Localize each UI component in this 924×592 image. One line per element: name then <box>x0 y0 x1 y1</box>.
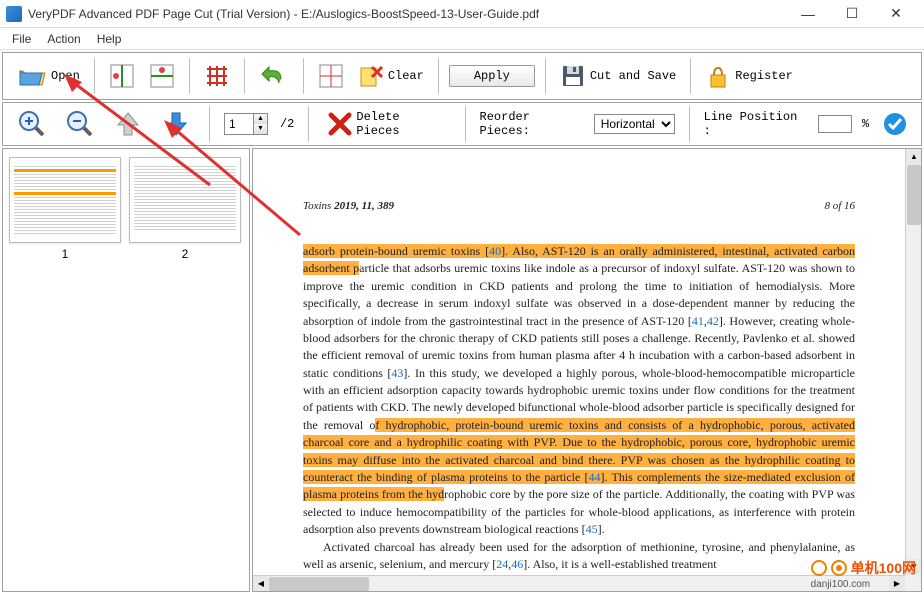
undo-icon <box>259 63 289 89</box>
grid-icon <box>204 63 230 89</box>
grid-vertical-icon <box>109 63 135 89</box>
page-input[interactable]: ▲ ▼ <box>224 113 268 135</box>
doc-issue: 2019, 11, 389 <box>334 200 394 212</box>
scroll-thumb[interactable] <box>907 165 921 225</box>
doc-paragraph: adsorb protein-bound uremic toxins [40].… <box>303 243 855 539</box>
add-horizontal-cut-button[interactable] <box>145 61 179 91</box>
separator <box>545 58 546 94</box>
cut-grid-icon <box>318 63 344 89</box>
app-icon <box>6 6 22 22</box>
scroll-thumb[interactable] <box>269 577 369 591</box>
clear-icon <box>358 63 384 89</box>
prev-page-button[interactable] <box>109 107 147 141</box>
line-position-label: Line Position : <box>704 110 808 138</box>
cut-save-label: Cut and Save <box>590 69 676 83</box>
document-viewport[interactable]: Toxins 2019, 11, 389 8 of 16 adsorb prot… <box>253 149 905 575</box>
zoom-out-icon <box>65 109 95 139</box>
reorder-select[interactable]: Horizontal <box>594 114 675 134</box>
thumbnail-page-1[interactable]: 1 <box>9 157 121 261</box>
zoom-in-icon <box>17 109 47 139</box>
separator <box>689 106 690 142</box>
percent-label: % <box>862 117 869 131</box>
separator <box>189 58 190 94</box>
delete-pieces-label: Delete Pieces <box>356 110 446 138</box>
page-up-spinner[interactable]: ▲ <box>253 114 267 124</box>
zoom-in-button[interactable] <box>13 107 51 141</box>
thumbnail-page-2[interactable]: 2 <box>129 157 241 261</box>
separator <box>690 58 691 94</box>
add-vertical-cut-button[interactable] <box>105 61 139 91</box>
separator <box>465 106 466 142</box>
scroll-left-arrow[interactable]: ◀ <box>253 576 269 592</box>
thumbnail-panel: 1 2 <box>2 148 250 592</box>
menu-help[interactable]: Help <box>89 30 130 48</box>
clear-button[interactable]: Clear <box>354 61 428 91</box>
watermark: 单机100网 danji100.com <box>811 558 916 590</box>
horizontal-scrollbar[interactable]: ◀ ▶ <box>253 575 905 591</box>
clear-label: Clear <box>388 69 424 83</box>
scroll-up-arrow[interactable]: ▲ <box>906 149 922 165</box>
separator <box>94 58 95 94</box>
page-total: /2 <box>280 117 294 131</box>
confirm-position-button[interactable] <box>879 110 911 138</box>
separator <box>244 58 245 94</box>
close-button[interactable]: ✕ <box>874 0 918 28</box>
grid-horizontal-icon <box>149 63 175 89</box>
window-title: VeryPDF Advanced PDF Page Cut (Trial Ver… <box>28 7 786 21</box>
register-button[interactable]: Register <box>701 61 797 91</box>
cut-piece-button[interactable] <box>314 61 348 91</box>
delete-x-icon <box>327 111 352 137</box>
watermark-url: danji100.com <box>811 579 916 590</box>
next-page-button[interactable] <box>157 107 195 141</box>
register-label: Register <box>735 69 793 83</box>
doc-paragraph: Activated charcoal has already been used… <box>303 539 855 574</box>
separator <box>308 106 309 142</box>
undo-button[interactable] <box>255 61 293 91</box>
page-number-field[interactable] <box>225 117 253 131</box>
separator <box>209 106 210 142</box>
doc-page-number: 8 of 16 <box>824 199 855 215</box>
page-down-spinner[interactable]: ▼ <box>253 124 267 134</box>
grid-button[interactable] <box>200 61 234 91</box>
line-position-input[interactable] <box>818 115 852 133</box>
delete-pieces-button[interactable]: Delete Pieces <box>323 108 450 140</box>
menu-action[interactable]: Action <box>39 30 88 48</box>
arrow-up-icon <box>113 109 143 139</box>
minimize-button[interactable]: — <box>786 0 830 28</box>
separator <box>303 58 304 94</box>
folder-open-icon <box>17 63 47 89</box>
document-preview: Toxins 2019, 11, 389 8 of 16 adsorb prot… <box>252 148 922 592</box>
check-circle-icon <box>883 112 907 136</box>
doc-journal: Toxins <box>303 200 331 212</box>
cut-and-save-button[interactable]: Cut and Save <box>556 61 680 91</box>
lock-icon <box>705 63 731 89</box>
thumbnail-label-1: 1 <box>9 243 121 261</box>
thumbnail-label-2: 2 <box>129 243 241 261</box>
separator <box>438 58 439 94</box>
save-icon <box>560 63 586 89</box>
menu-file[interactable]: File <box>4 30 39 48</box>
open-button[interactable]: Open <box>13 61 84 91</box>
zoom-out-button[interactable] <box>61 107 99 141</box>
maximize-button[interactable]: ☐ <box>830 0 874 28</box>
reorder-label: Reorder Pieces: <box>480 110 584 138</box>
watermark-brand: 单机100网 <box>851 558 916 578</box>
vertical-scrollbar[interactable]: ▲ ▼ <box>905 149 921 575</box>
open-label: Open <box>51 69 80 83</box>
apply-button[interactable]: Apply <box>449 65 535 87</box>
arrow-down-icon <box>161 109 191 139</box>
